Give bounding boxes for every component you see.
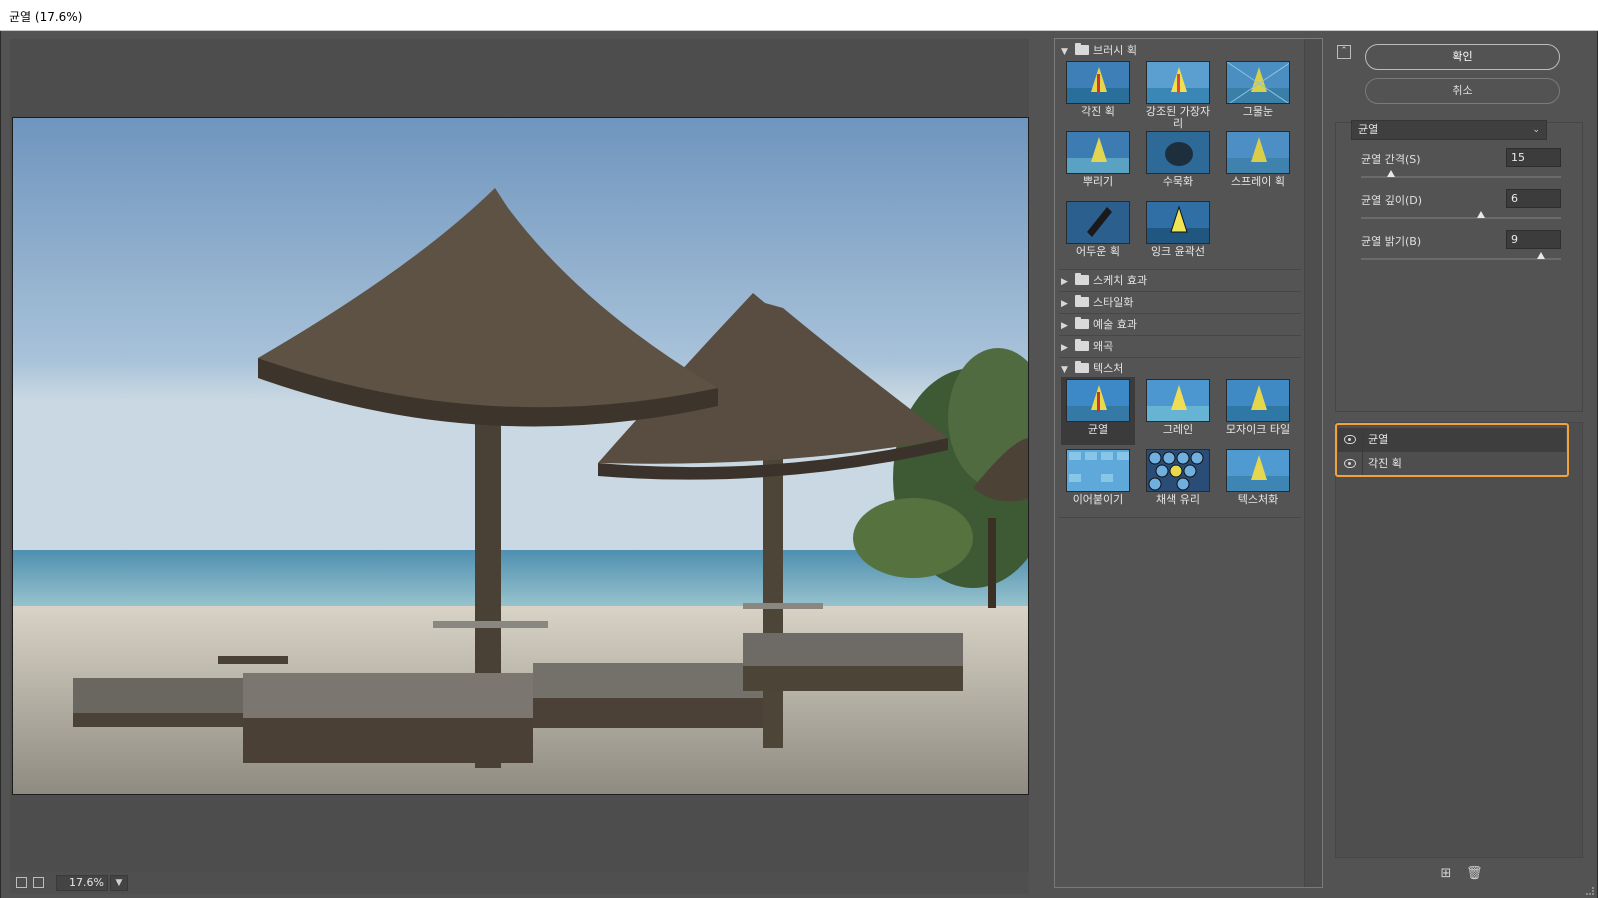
title-bar: 균열 (17.6%) — [0, 0, 1598, 31]
crack-spacing-slider-thumb[interactable] — [1387, 170, 1395, 177]
thumb-ink-outlines[interactable]: 잉크 윤곽선 — [1145, 201, 1211, 258]
thumb-image — [1066, 131, 1130, 174]
zoom-out-icon[interactable] — [16, 877, 27, 888]
expand-arrow-icon: ▼ — [1061, 47, 1068, 57]
folder-texture[interactable]: ▼ 텍스처 — [1061, 359, 1301, 379]
folder-open-icon — [1075, 43, 1089, 55]
chevron-down-icon: ⌄ — [1532, 125, 1540, 135]
preview-image[interactable] — [12, 117, 1029, 795]
expand-arrow-icon: ▶ — [1061, 321, 1068, 331]
thumb-image — [1146, 201, 1210, 244]
folder-stylize[interactable]: ▶ 스타일화 — [1061, 293, 1301, 313]
thumb-image — [1226, 379, 1290, 422]
folder-brush-strokes[interactable]: ▼ 브러시 획 — [1061, 41, 1301, 61]
thumb-image — [1146, 61, 1210, 104]
new-effect-layer-icon[interactable]: ⊞ — [1440, 867, 1452, 881]
thumb-image — [1066, 449, 1130, 492]
crack-depth-input[interactable]: 6 — [1506, 189, 1561, 208]
preview-statusbar: 17.6% ▼ — [10, 872, 1029, 894]
thumb-grain[interactable]: 그레인 — [1145, 379, 1211, 436]
window-title: 균열 (17.6%) — [9, 10, 83, 24]
delete-effect-layer-icon[interactable]: 🗑 — [1466, 867, 1483, 881]
thumb-image — [1066, 379, 1130, 422]
ok-button[interactable]: 확인 — [1365, 44, 1560, 70]
thumb-image — [1066, 61, 1130, 104]
folder-distort[interactable]: ▶ 왜곡 — [1061, 337, 1301, 357]
thumb-image — [1146, 379, 1210, 422]
thumb-texturizer[interactable]: 텍스처화 — [1225, 449, 1291, 506]
thumb-sumi-e[interactable]: 수묵화 — [1145, 131, 1211, 188]
thumb-patchwork[interactable]: 이어붙이기 — [1065, 449, 1131, 506]
filter-select[interactable]: 균열 ⌄ — [1351, 120, 1547, 140]
crack-brightness-slider[interactable] — [1361, 258, 1561, 260]
effect-layers-panel — [1335, 422, 1583, 858]
zoom-level-field[interactable]: 17.6% — [56, 875, 108, 891]
crack-depth-slider[interactable] — [1361, 217, 1561, 219]
folder-sketch[interactable]: ▶ 스케치 효과 — [1061, 271, 1301, 291]
chevron-down-icon[interactable]: ▼ — [110, 875, 128, 891]
thumb-image — [1066, 201, 1130, 244]
thumb-angled-strokes[interactable]: 각진 획 — [1065, 61, 1131, 118]
expand-arrow-icon: ▶ — [1061, 299, 1068, 309]
thumb-dark-strokes[interactable]: 어두운 획 — [1065, 201, 1131, 258]
filter-gallery: ▼ 브러시 획 각진 획 강조된 가장자리 그물눈 뿌리기 수묵화 스프레이 획 … — [1054, 38, 1323, 888]
folder-artistic[interactable]: ▶ 예술 효과 — [1061, 315, 1301, 335]
gallery-scrollbar[interactable] — [1304, 39, 1322, 887]
crack-depth-slider-thumb[interactable] — [1477, 211, 1485, 218]
cancel-button[interactable]: 취소 — [1365, 78, 1560, 104]
thumb-image — [1146, 131, 1210, 174]
crack-brightness-label: 균열 밝기(B) — [1361, 235, 1422, 248]
thumb-image — [1226, 61, 1290, 104]
resize-grip-icon[interactable] — [1586, 887, 1594, 895]
thumb-image — [1226, 131, 1290, 174]
thumb-spatter[interactable]: 뿌리기 — [1065, 131, 1131, 188]
thumb-sprayed-strokes[interactable]: 스프레이 획 — [1225, 131, 1291, 188]
folder-icon — [1075, 317, 1089, 329]
zoom-in-icon[interactable] — [33, 877, 44, 888]
thumb-image — [1226, 449, 1290, 492]
layer-selection-highlight — [1335, 423, 1569, 477]
thumb-accented-edges[interactable]: 강조된 가장자리 — [1145, 61, 1211, 130]
folder-icon — [1075, 273, 1089, 285]
folder-icon — [1075, 339, 1089, 351]
crack-depth-label: 균열 깊이(D) — [1361, 194, 1423, 207]
folder-open-icon — [1075, 361, 1089, 373]
crack-brightness-slider-thumb[interactable] — [1537, 252, 1545, 259]
expand-arrow-icon: ▶ — [1061, 277, 1068, 287]
thumb-mosaic-tiles[interactable]: 모자이크 타일 — [1225, 379, 1291, 436]
folder-icon — [1075, 295, 1089, 307]
crack-spacing-input[interactable]: 15 — [1506, 148, 1561, 167]
collapse-gallery-icon[interactable]: ⌃ — [1337, 45, 1351, 59]
crack-spacing-label: 균열 간격(S) — [1361, 153, 1421, 166]
expand-arrow-icon: ▶ — [1061, 343, 1068, 353]
thumb-crosshatch[interactable]: 그물눈 — [1225, 61, 1291, 118]
thumb-craquelure[interactable]: 균열 — [1061, 377, 1135, 445]
crack-brightness-input[interactable]: 9 — [1506, 230, 1561, 249]
thumb-image — [1146, 449, 1210, 492]
thumb-stained-glass[interactable]: 채색 유리 — [1145, 449, 1211, 506]
